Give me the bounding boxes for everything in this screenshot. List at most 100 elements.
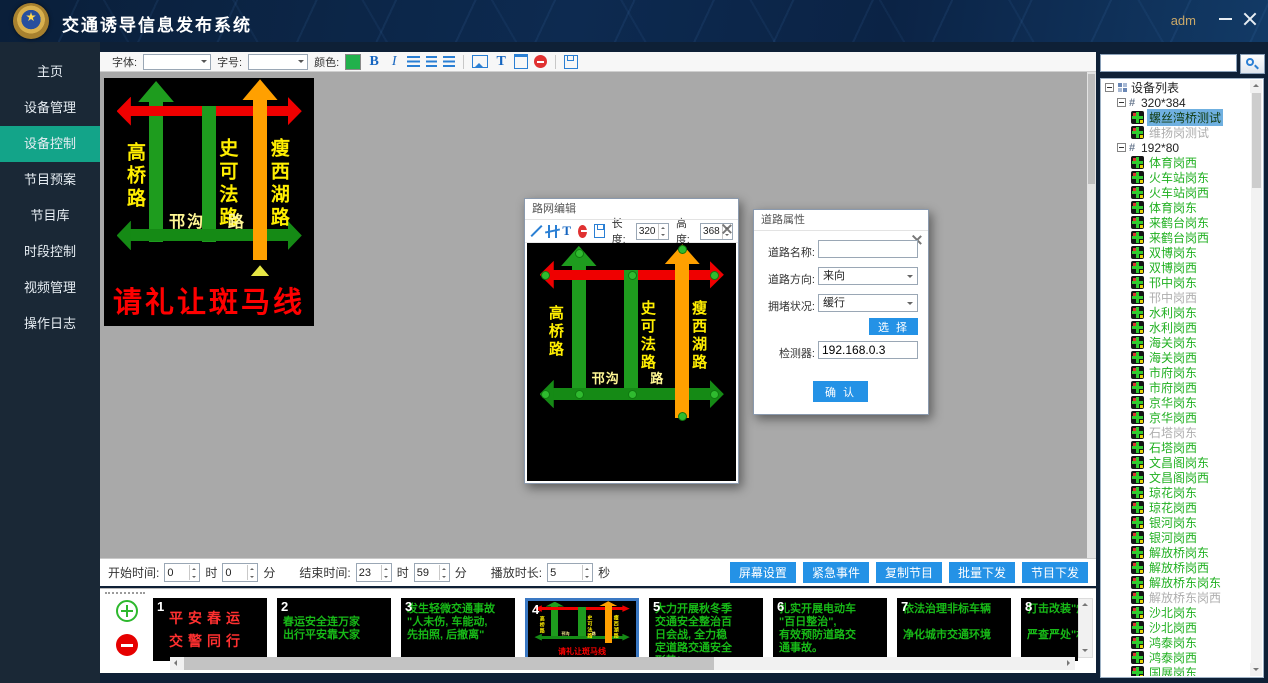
device-item[interactable]: 琼花岗西	[1102, 500, 1251, 515]
scroll-left-icon[interactable]	[170, 657, 183, 670]
device-item[interactable]: 火车站岗西	[1102, 185, 1251, 200]
edit-handle[interactable]	[628, 390, 637, 399]
sidebar-item-节目库[interactable]: 节目库	[0, 198, 100, 234]
spin-up-icon[interactable]	[190, 565, 199, 573]
device-search-input[interactable]	[1100, 54, 1237, 72]
device-item[interactable]: 银河岗东	[1102, 515, 1251, 530]
spin-up-icon[interactable]	[248, 565, 257, 573]
save-icon[interactable]	[564, 55, 578, 69]
action-button[interactable]: 节目下发	[1022, 562, 1088, 583]
spin-up-icon[interactable]	[723, 224, 732, 232]
text-tool-icon[interactable]: T	[494, 54, 508, 70]
scrollbar-thumb[interactable]	[1088, 74, 1095, 184]
device-item[interactable]: 体育岗东	[1102, 200, 1251, 215]
spin-up-icon[interactable]	[583, 565, 592, 573]
edit-handle[interactable]	[710, 271, 719, 280]
sidebar-item-设备管理[interactable]: 设备管理	[0, 90, 100, 126]
end-minute-stepper[interactable]: 59	[414, 563, 450, 582]
device-item[interactable]: 螺丝湾桥测试	[1102, 110, 1251, 125]
device-item[interactable]: 银河岗西	[1102, 530, 1251, 545]
datetime-icon[interactable]	[514, 54, 528, 69]
spin-down-icon[interactable]	[248, 573, 257, 581]
search-button[interactable]	[1240, 54, 1265, 74]
device-item[interactable]: 来鹤台岗东	[1102, 215, 1251, 230]
device-item[interactable]: 来鹤台岗西	[1102, 230, 1251, 245]
collapse-icon[interactable]	[1117, 143, 1126, 152]
spin-down-icon[interactable]	[382, 573, 391, 581]
select-button[interactable]: 选 择	[869, 318, 918, 335]
edit-handle[interactable]	[575, 249, 584, 258]
font-size-select[interactable]	[248, 54, 308, 70]
scroll-up-icon[interactable]	[1079, 599, 1092, 612]
action-button[interactable]: 屏幕设置	[730, 562, 796, 583]
insert-image-icon[interactable]	[472, 55, 488, 68]
node-tool-icon[interactable]	[546, 225, 555, 238]
device-item[interactable]: 邗中岗西	[1102, 290, 1251, 305]
device-item[interactable]: 水利岗西	[1102, 320, 1251, 335]
spin-down-icon[interactable]	[190, 573, 199, 581]
tree-scrollbar[interactable]	[1251, 80, 1262, 676]
device-item[interactable]: 双博岗东	[1102, 245, 1251, 260]
draw-line-icon[interactable]	[530, 225, 539, 238]
edit-handle[interactable]	[575, 390, 584, 399]
color-swatch[interactable]	[345, 54, 361, 70]
program-thumbnail[interactable]: 大力开展秋冬季交通安全整治百日会战, 全力稳定道路交通安全形势!5	[649, 598, 763, 661]
tree-group-row[interactable]: #192*80	[1102, 140, 1251, 155]
program-thumbnail[interactable]: 春运安全连万家出行平安靠大家2	[277, 598, 391, 661]
device-item[interactable]: 文昌阁岗西	[1102, 470, 1251, 485]
height-stepper[interactable]: 368	[700, 223, 733, 240]
remove-program-button[interactable]	[116, 634, 138, 656]
spin-down-icon[interactable]	[723, 231, 732, 239]
device-item[interactable]: 鸿泰岗东	[1102, 635, 1251, 650]
align-left-icon[interactable]	[407, 56, 420, 67]
device-item[interactable]: 琼花岗东	[1102, 485, 1251, 500]
device-item[interactable]: 解放桥岗西	[1102, 560, 1251, 575]
scroll-right-icon[interactable]	[1062, 657, 1075, 670]
add-program-button[interactable]	[116, 600, 138, 622]
start-minute-stepper[interactable]: 0	[222, 563, 258, 582]
road-direction-select[interactable]: 来向	[818, 267, 918, 285]
length-stepper[interactable]: 320	[636, 223, 669, 240]
close-icon[interactable]	[1242, 11, 1258, 27]
device-item[interactable]: 海关岗东	[1102, 335, 1251, 350]
bold-button[interactable]: B	[367, 54, 381, 70]
start-hour-stepper[interactable]: 0	[164, 563, 200, 582]
user-name[interactable]: adm	[1171, 13, 1196, 28]
spin-up-icon[interactable]	[382, 565, 391, 573]
sidebar-item-设备控制[interactable]: 设备控制	[0, 126, 100, 162]
end-hour-stepper[interactable]: 23	[356, 563, 392, 582]
device-item[interactable]: 水利岗东	[1102, 305, 1251, 320]
save-icon[interactable]	[594, 224, 604, 238]
device-item[interactable]: 国展岗东	[1102, 665, 1251, 676]
action-button[interactable]: 紧急事件	[803, 562, 869, 583]
detector-input[interactable]	[818, 341, 918, 359]
minimize-icon[interactable]	[1219, 18, 1232, 20]
device-item[interactable]: 石塔岗东	[1102, 425, 1251, 440]
edit-handle[interactable]	[678, 412, 687, 421]
sidebar-item-视频管理[interactable]: 视频管理	[0, 270, 100, 306]
spin-up-icon[interactable]	[440, 565, 449, 573]
scroll-up-icon[interactable]	[1250, 80, 1261, 93]
confirm-button[interactable]: 确 认	[813, 381, 868, 402]
sidebar-item-操作日志[interactable]: 操作日志	[0, 306, 100, 342]
program-thumbnail[interactable]: 平安春运交警同行1	[153, 598, 267, 661]
sidebar-item-时段控制[interactable]: 时段控制	[0, 234, 100, 270]
strip-vertical-scrollbar[interactable]	[1078, 598, 1093, 658]
device-item[interactable]: 双博岗西	[1102, 260, 1251, 275]
device-item[interactable]: 体育岗西	[1102, 155, 1251, 170]
device-item[interactable]: 解放桥岗东	[1102, 545, 1251, 560]
sidebar-item-主页[interactable]: 主页	[0, 54, 100, 90]
edit-handle[interactable]	[541, 271, 550, 280]
delete-icon[interactable]	[534, 55, 547, 68]
device-item[interactable]: 维扬岗测试	[1102, 125, 1251, 140]
strip-horizontal-scrollbar[interactable]	[170, 657, 1075, 670]
device-item[interactable]: 火车站岗东	[1102, 170, 1251, 185]
font-select[interactable]	[143, 54, 211, 70]
device-item[interactable]: 文昌阁岗东	[1102, 455, 1251, 470]
duration-stepper[interactable]: 5	[547, 563, 593, 582]
scroll-down-icon[interactable]	[1250, 663, 1261, 676]
spin-down-icon[interactable]	[659, 231, 668, 239]
program-thumbnail[interactable]: 扎实开展电动车"百日整治",有效预防道路交通事故。6	[773, 598, 887, 661]
align-center-icon[interactable]	[426, 56, 437, 67]
italic-button[interactable]: I	[387, 54, 401, 70]
